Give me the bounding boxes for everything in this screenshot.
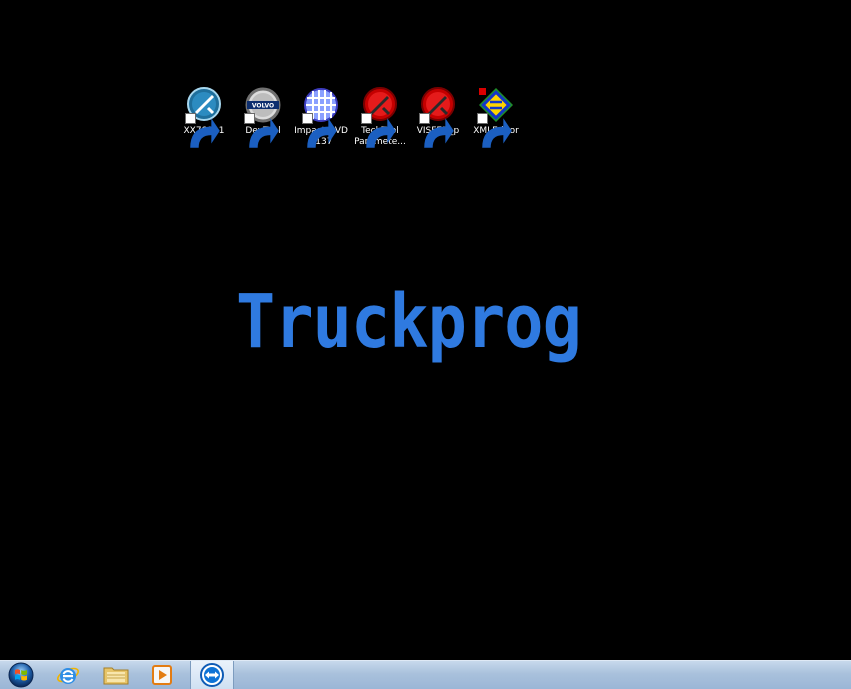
desktop-icon-techtool-parameter[interactable]: TechTool Paramete... (349, 86, 411, 148)
techtool-red-icon (419, 86, 457, 148)
desktop: XX78911 VOLVO DevTool (0, 0, 851, 660)
ie-icon (56, 663, 80, 687)
shortcut-arrow-icon (185, 113, 220, 148)
techtool-red-icon (361, 86, 399, 148)
start-button[interactable] (2, 661, 40, 689)
wrench-tool-icon (185, 86, 223, 148)
media-player-icon (151, 664, 173, 686)
svg-text:VOLVO: VOLVO (252, 103, 274, 110)
impact-grid-icon (302, 86, 340, 148)
desktop-icon-xx78911[interactable]: XX78911 (173, 86, 235, 148)
wallpaper-logo-text: Truckprog (236, 279, 582, 365)
volvo-logo-icon: VOLVO (244, 86, 282, 148)
desktop-icon-xmleditor[interactable]: XMLEditor (465, 86, 527, 148)
teamviewer-icon (199, 662, 225, 688)
desktop-icon-visfed[interactable]: VISFED_p (407, 86, 469, 148)
windows-orb-icon (8, 662, 34, 688)
taskbar-teamviewer-button[interactable] (190, 661, 234, 689)
shortcut-arrow-icon (244, 113, 279, 148)
taskbar-file-explorer-button[interactable] (96, 661, 136, 689)
desktop-icon-devtool[interactable]: VOLVO DevTool (232, 86, 294, 148)
folder-icon (103, 664, 129, 686)
taskbar (0, 660, 851, 689)
shortcut-arrow-icon (419, 113, 454, 148)
taskbar-media-player-button[interactable] (142, 661, 182, 689)
desktop-icon-impact-dvd[interactable]: Impact DVD 8137 (290, 86, 352, 148)
shortcut-arrow-icon (361, 113, 396, 148)
shortcut-arrow-icon (477, 113, 512, 148)
xml-editor-icon (477, 86, 515, 148)
taskbar-internet-explorer-button[interactable] (48, 661, 88, 689)
shortcut-arrow-icon (302, 113, 337, 148)
